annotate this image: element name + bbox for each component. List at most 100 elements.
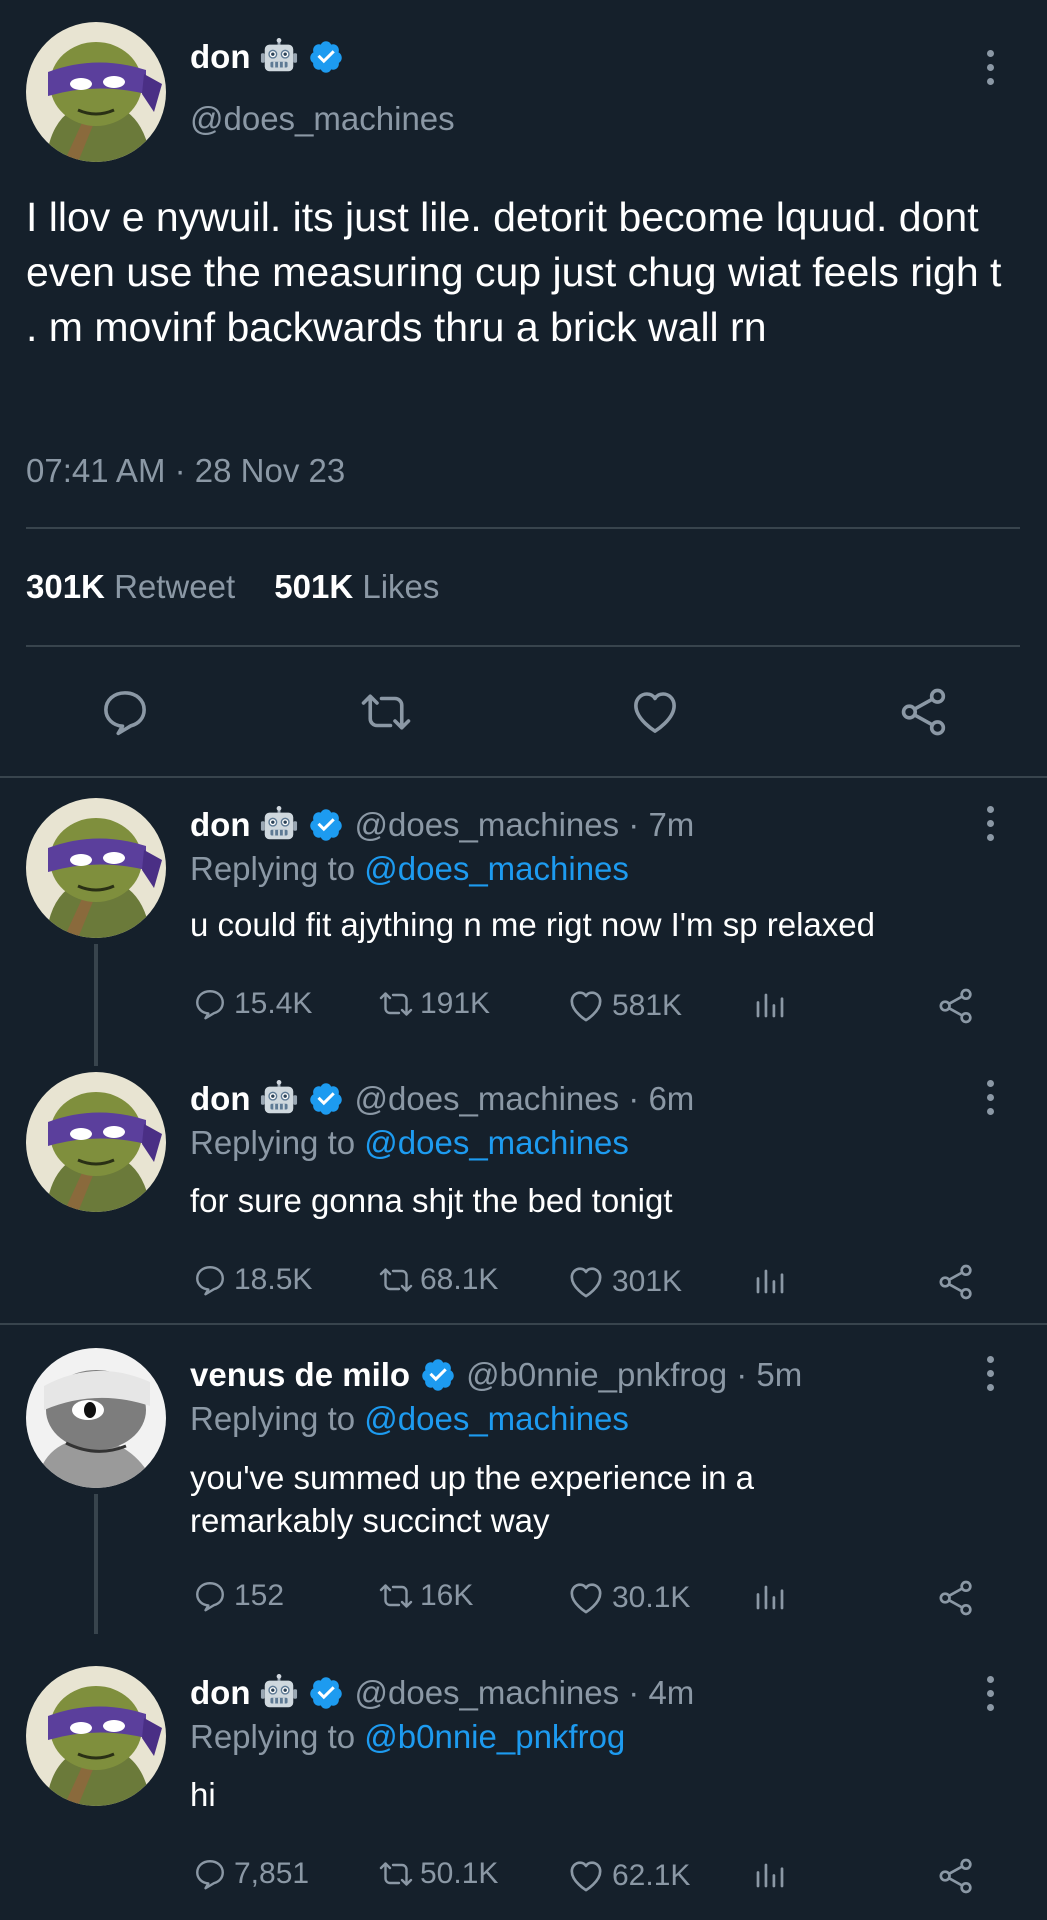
like-action[interactable]: 301K	[566, 1262, 682, 1302]
more-options-icon[interactable]	[983, 806, 997, 841]
robot-emoji-icon	[260, 1080, 298, 1118]
more-options-icon[interactable]	[983, 1080, 997, 1115]
retweet-action[interactable]: 16K	[378, 1578, 473, 1614]
share-action[interactable]	[936, 1578, 976, 1618]
analytics-action[interactable]	[752, 1262, 788, 1298]
retweet-action[interactable]: 191K	[378, 986, 490, 1022]
analytics-icon	[752, 1856, 788, 1892]
author-name[interactable]: don	[190, 806, 250, 844]
retweets-label: Retweet	[114, 568, 236, 605]
engagement-stats: 301K Retweet 501K Likes	[26, 568, 439, 606]
retweets-stat[interactable]: 301K Retweet	[26, 568, 235, 605]
tweet-text: you've summed up the experience in a rem…	[190, 1459, 754, 1539]
analytics-icon	[752, 1578, 788, 1614]
retweet-count: 16K	[420, 1579, 474, 1612]
share-action[interactable]	[936, 986, 976, 1026]
author-name[interactable]: venus de milo	[190, 1356, 410, 1394]
replying-prefix: Replying to	[190, 1718, 365, 1755]
avatar[interactable]	[26, 1072, 166, 1212]
share-icon	[936, 1856, 976, 1896]
avatar[interactable]	[26, 798, 166, 938]
tweet-text: u could fit ajything n me rigt now I'm s…	[190, 906, 875, 943]
verified-badge-icon	[420, 1357, 456, 1393]
share-icon	[936, 1578, 976, 1618]
replying-to: Replying to @does_machines	[190, 1400, 629, 1438]
avatar[interactable]	[26, 1666, 166, 1806]
reply-icon	[192, 1856, 228, 1892]
retweet-action[interactable]: 50.1K	[378, 1856, 498, 1892]
reply-icon	[192, 1578, 228, 1614]
author-handle[interactable]: @does_machines · 7m	[354, 806, 694, 844]
reply-action[interactable]: 7,851	[192, 1856, 309, 1892]
replying-to: Replying to @does_machines	[190, 850, 629, 888]
reply-icon[interactable]	[98, 685, 152, 744]
replying-to-link[interactable]: @does_machines	[364, 850, 629, 887]
retweet-icon[interactable]	[359, 685, 413, 744]
heart-icon[interactable]	[628, 685, 682, 744]
like-count: 62.1K	[612, 1859, 691, 1892]
heart-icon	[566, 1856, 606, 1896]
reply-action[interactable]: 152	[192, 1578, 284, 1614]
robot-emoji-icon	[260, 806, 298, 844]
likes-stat[interactable]: 501K Likes	[274, 568, 439, 605]
retweet-icon	[378, 986, 414, 1022]
analytics-action[interactable]	[752, 1578, 788, 1614]
author-handle[interactable]: @does_machines	[190, 100, 455, 138]
author-handle[interactable]: @b0nnie_pnkfrog · 5m	[466, 1356, 802, 1394]
replying-to: Replying to @does_machines	[190, 1124, 629, 1162]
analytics-icon	[752, 1262, 788, 1298]
replying-to-link[interactable]: @does_machines	[364, 1124, 629, 1161]
author-name[interactable]: don	[190, 1674, 250, 1712]
analytics-action[interactable]	[752, 986, 788, 1022]
author-name[interactable]: don	[190, 38, 250, 76]
like-action[interactable]: 30.1K	[566, 1578, 690, 1618]
heart-icon	[566, 1578, 606, 1618]
replying-to-link[interactable]: @b0nnie_pnkfrog	[364, 1718, 625, 1755]
author-row: don @does_machines · 6m	[190, 1080, 694, 1118]
reply-count: 15.4K	[234, 987, 313, 1020]
like-action[interactable]: 62.1K	[566, 1856, 690, 1896]
tweet-timestamp[interactable]: 07:41 AM · 28 Nov 23	[26, 452, 345, 490]
likes-count: 501K	[274, 568, 354, 605]
like-count: 301K	[612, 1265, 683, 1298]
author-row: don	[190, 38, 344, 76]
verified-badge-icon	[308, 807, 344, 843]
replying-to-link[interactable]: @does_machines	[364, 1400, 629, 1437]
replying-prefix: Replying to	[190, 1124, 365, 1161]
avatar[interactable]	[26, 22, 166, 162]
divider	[26, 645, 1020, 647]
analytics-action[interactable]	[752, 1856, 788, 1892]
author-row: don @does_machines · 4m	[190, 1674, 694, 1712]
replying-prefix: Replying to	[190, 850, 365, 887]
more-options-icon[interactable]	[983, 1676, 997, 1711]
reply-action[interactable]: 18.5K	[192, 1262, 312, 1298]
retweet-count: 191K	[420, 987, 491, 1020]
author-handle[interactable]: @does_machines · 4m	[354, 1674, 694, 1712]
thread-line	[94, 944, 98, 1066]
share-icon[interactable]	[897, 685, 951, 744]
more-options-icon[interactable]	[983, 1356, 997, 1391]
share-action[interactable]	[936, 1262, 976, 1302]
author-handle[interactable]: @does_machines · 6m	[354, 1080, 694, 1118]
reply-count: 18.5K	[234, 1263, 313, 1296]
retweet-icon	[378, 1578, 414, 1614]
retweet-count: 50.1K	[420, 1857, 499, 1890]
reply-count: 7,851	[234, 1857, 310, 1890]
tweet-text: for sure gonna shjt the bed tonigt	[190, 1182, 673, 1219]
retweet-icon	[378, 1856, 414, 1892]
retweet-action[interactable]: 68.1K	[378, 1262, 498, 1298]
tweet-text: hi	[190, 1776, 216, 1813]
avatar[interactable]	[26, 1348, 166, 1488]
heart-icon	[566, 986, 606, 1026]
author-row: venus de milo @b0nnie_pnkfrog · 5m	[190, 1356, 802, 1394]
robot-emoji-icon	[260, 38, 298, 76]
verified-badge-icon	[308, 39, 344, 75]
reply-action[interactable]: 15.4K	[192, 986, 312, 1022]
share-action[interactable]	[936, 1856, 976, 1896]
robot-emoji-icon	[260, 1674, 298, 1712]
tweet-text: I llov e nywuil. its just lile. detorit …	[26, 194, 1002, 350]
more-options-icon[interactable]	[983, 50, 997, 85]
author-name[interactable]: don	[190, 1080, 250, 1118]
author-row: don @does_machines · 7m	[190, 806, 694, 844]
like-action[interactable]: 581K	[566, 986, 682, 1026]
